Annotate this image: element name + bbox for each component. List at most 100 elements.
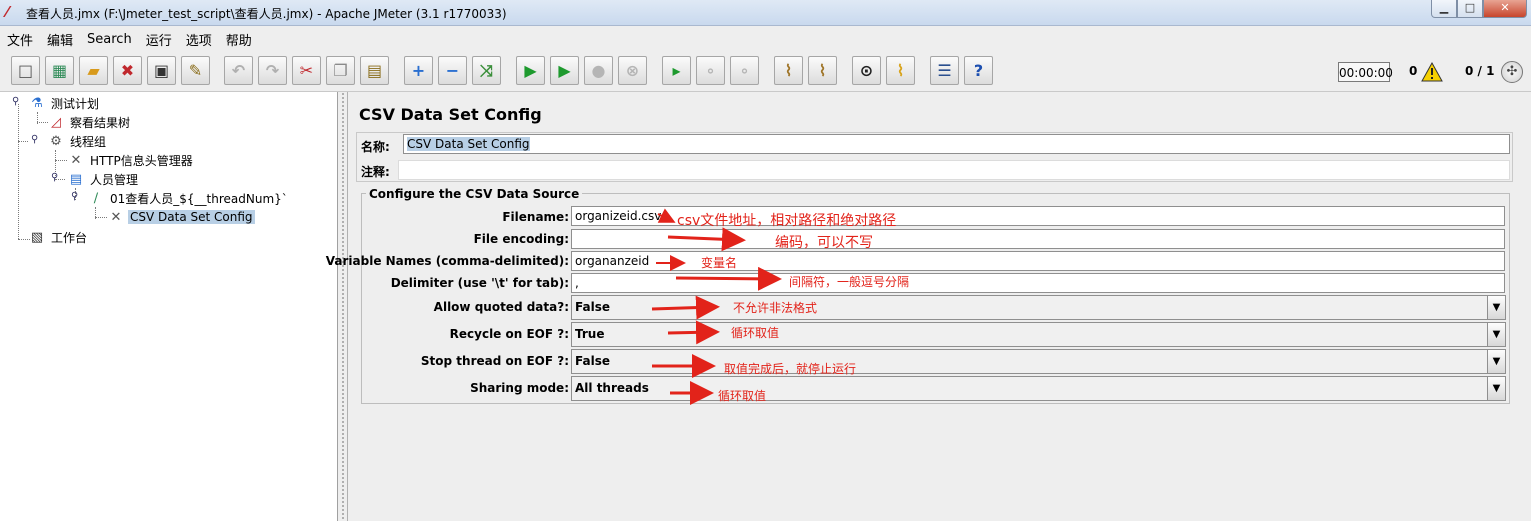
collapse-handle[interactable]: ⚲ xyxy=(71,192,79,202)
file-encoding-field[interactable] xyxy=(571,229,1505,249)
open-button[interactable]: ▰ xyxy=(79,56,108,85)
stop-icon: ● xyxy=(591,60,606,80)
undo-button[interactable]: ↶ xyxy=(224,56,253,85)
menu-search[interactable]: Search xyxy=(80,32,139,47)
save-button[interactable]: ▣ xyxy=(147,56,176,85)
close-file-button[interactable]: ✖ xyxy=(113,56,142,85)
reset-search-button[interactable]: ⌇ xyxy=(886,56,915,85)
start-no-pauses-button[interactable]: ▶ xyxy=(550,56,579,85)
variable-names-label: Variable Names (comma-delimited): xyxy=(325,254,569,268)
toggle-icon: ⤨ xyxy=(480,60,493,80)
tree-node-test-plan[interactable]: ⚗ 测试计划 xyxy=(28,94,101,112)
chevron-down-icon[interactable]: ▼ xyxy=(1487,377,1505,400)
remote-stop-icon: ∘ xyxy=(705,60,716,80)
filename-label: Filename: xyxy=(502,210,569,224)
open-icon: ▰ xyxy=(87,60,100,80)
annotation-variable-names: 变量名 xyxy=(701,256,738,270)
expand-button[interactable]: + xyxy=(404,56,433,85)
sharing-mode-value: All threads xyxy=(575,381,649,395)
remote-shutdown-button[interactable]: ∘ xyxy=(730,56,759,85)
templates-icon: ▦ xyxy=(51,60,68,80)
annotation-recycle: 循环取值 xyxy=(731,326,780,340)
tree-node-label: 线程组 xyxy=(70,134,107,149)
clear-all-icon: ⌇ xyxy=(818,60,827,80)
tree-node-label: 察看结果树 xyxy=(70,115,131,130)
stop-button[interactable]: ● xyxy=(584,56,613,85)
paste-button[interactable]: ▤ xyxy=(360,56,389,85)
maximize-button[interactable]: □ xyxy=(1457,0,1483,18)
clear-button[interactable]: ⌇ xyxy=(774,56,803,85)
remote-globe-icon[interactable]: ✣ xyxy=(1501,61,1523,83)
cut-button[interactable]: ✂ xyxy=(292,56,321,85)
active-threads: 0 / 1 xyxy=(1465,64,1495,78)
start-button[interactable]: ▶ xyxy=(516,56,545,85)
start-icon: ▶ xyxy=(524,60,537,80)
shutdown-button[interactable]: ⊗ xyxy=(618,56,647,85)
clear-all-button[interactable]: ⌇ xyxy=(808,56,837,85)
close-button[interactable]: ✕ xyxy=(1483,0,1527,18)
menu-run[interactable]: 运行 xyxy=(139,30,179,49)
search-button[interactable]: ⊙ xyxy=(852,56,881,85)
remote-start-button[interactable]: ▸ xyxy=(662,56,691,85)
tree-node-view-results-tree[interactable]: ◿ 察看结果树 xyxy=(47,113,132,131)
collapse-button[interactable]: − xyxy=(438,56,467,85)
annotation-filename: csv文件地址，相对路径和绝对路径 xyxy=(677,213,897,229)
tree-node-workbench[interactable]: ▧ 工作台 xyxy=(28,228,89,246)
toggle-button[interactable]: ⤨ xyxy=(472,56,501,85)
minimize-button[interactable]: ▁ xyxy=(1431,0,1457,18)
chevron-down-icon[interactable]: ▼ xyxy=(1487,296,1505,319)
remote-shutdown-icon: ∘ xyxy=(739,60,750,80)
chevron-down-icon[interactable]: ▼ xyxy=(1487,350,1505,373)
close-file-icon: ✖ xyxy=(120,60,135,80)
menu-file[interactable]: 文件 xyxy=(0,30,40,49)
file-encoding-label: File encoding: xyxy=(473,232,569,246)
collapse-handle[interactable]: ⚲ xyxy=(12,97,20,107)
name-field-value: CSV Data Set Config xyxy=(407,137,530,151)
new-icon: □ xyxy=(17,60,34,80)
allow-quoted-select[interactable]: False ▼ xyxy=(571,295,1506,320)
start-no-pauses-icon: ▶ xyxy=(558,60,571,80)
tree-node-label: CSV Data Set Config xyxy=(128,210,255,224)
test-plan-tree: ⚲ ⚲ ⚲ ⚲ ⚗ 测试计划 ◿ 察看结果树 ⚙ 线程组 ✕ HTTP信息头管理… xyxy=(0,92,338,521)
pane-splitter[interactable] xyxy=(338,92,348,521)
menu-options[interactable]: 选项 xyxy=(179,30,219,49)
undo-icon: ↶ xyxy=(231,60,246,80)
tree-node-personnel[interactable]: ▤ 人员管理 xyxy=(67,170,140,188)
panel-title: CSV Data Set Config xyxy=(359,105,542,124)
delimiter-field[interactable]: , xyxy=(571,273,1505,293)
collapse-handle[interactable]: ⚲ xyxy=(31,135,39,145)
tree-node-thread-group[interactable]: ⚙ 线程组 xyxy=(47,132,108,150)
tree-node-label: 工作台 xyxy=(51,230,88,245)
sharing-mode-select[interactable]: All threads ▼ xyxy=(571,376,1506,401)
menu-edit[interactable]: 编辑 xyxy=(40,30,80,49)
wrench-icon: ✕ xyxy=(70,152,82,168)
help-icon: ? xyxy=(973,60,984,80)
stop-thread-select[interactable]: False ▼ xyxy=(571,349,1506,374)
recycle-eof-value: True xyxy=(575,327,605,341)
comment-field[interactable] xyxy=(398,160,1510,180)
function-helper-button[interactable]: ☰ xyxy=(930,56,959,85)
recycle-eof-select[interactable]: True ▼ xyxy=(571,322,1506,347)
tree-node-http-header-manager[interactable]: ✕ HTTP信息头管理器 xyxy=(67,151,195,169)
templates-button[interactable]: ▦ xyxy=(45,56,74,85)
shutdown-icon: ⊗ xyxy=(625,60,640,80)
menu-help[interactable]: 帮助 xyxy=(219,30,259,49)
redo-button[interactable]: ↷ xyxy=(258,56,287,85)
title-bar: ⁄ 查看人员.jmx (F:\Jmeter_test_script\查看人员.j… xyxy=(0,0,1531,26)
copy-button[interactable]: ❐ xyxy=(326,56,355,85)
save-as-button[interactable]: ✎ xyxy=(181,56,210,85)
tree-node-csv-data-set-config[interactable]: ✕ CSV Data Set Config xyxy=(107,208,255,226)
name-field[interactable]: CSV Data Set Config xyxy=(403,134,1510,154)
new-button[interactable]: □ xyxy=(11,56,40,85)
tree-node-label: 01查看人员_${__threadNum}` xyxy=(110,191,288,206)
collapse-handle[interactable]: ⚲ xyxy=(51,173,59,183)
chevron-down-icon[interactable]: ▼ xyxy=(1487,323,1505,346)
remote-stop-button[interactable]: ∘ xyxy=(696,56,725,85)
tree-node-sampler[interactable]: ∕ 01查看人员_${__threadNum}` xyxy=(87,189,290,207)
remote-start-icon: ▸ xyxy=(672,60,681,80)
workbench-icon: ▧ xyxy=(30,229,44,245)
save-as-icon: ✎ xyxy=(188,60,203,80)
stop-thread-value: False xyxy=(575,354,610,368)
help-button[interactable]: ? xyxy=(964,56,993,85)
warning-icon[interactable] xyxy=(1421,62,1443,82)
